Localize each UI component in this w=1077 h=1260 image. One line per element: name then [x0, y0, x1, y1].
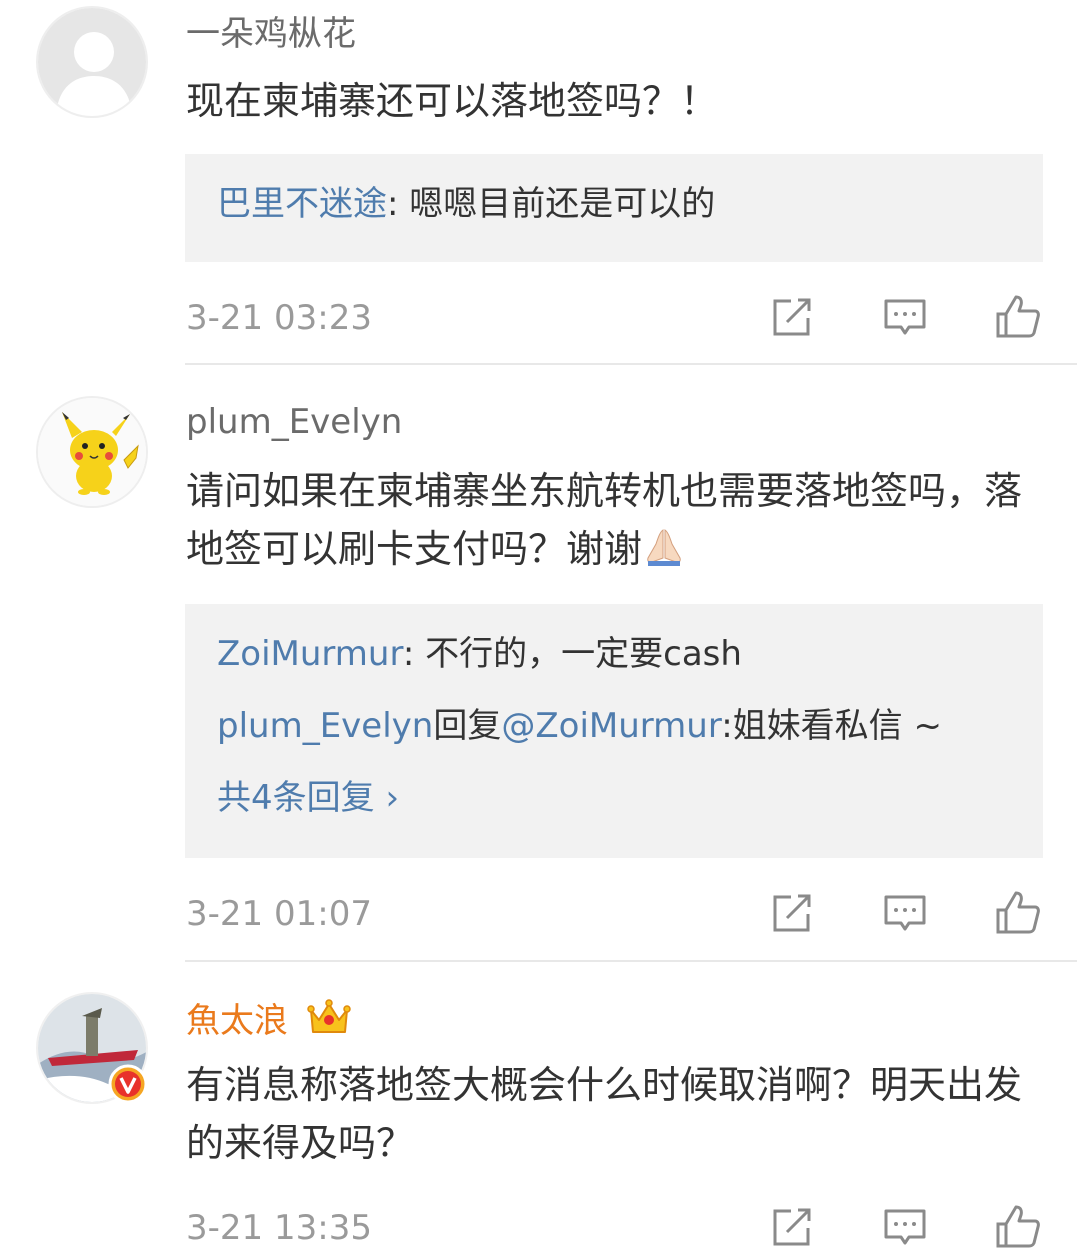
- timestamp: 3-21 01:07: [186, 894, 372, 934]
- reply-separator: :: [402, 634, 426, 674]
- verified-v-badge: [108, 1064, 148, 1104]
- avatar[interactable]: [36, 396, 148, 508]
- comment-button[interactable]: [880, 292, 930, 342]
- share-button[interactable]: [767, 888, 817, 938]
- comment-meta: 3-21 01:07: [186, 888, 1043, 938]
- comment-icon: [884, 1209, 926, 1245]
- default-avatar-icon: [38, 8, 146, 116]
- reply-line: plum_Evelyn回复@ZoiMurmur:姐妹看私信 ~: [217, 690, 1011, 762]
- like-button[interactable]: [993, 1202, 1043, 1252]
- crown-icon: [307, 998, 351, 1047]
- comment-text: 请问如果在柬埔寨坐东航转机也需要落地签吗，落地签可以刷卡支付吗？谢谢: [186, 462, 1046, 584]
- comment-meta: 3-21 03:23: [186, 292, 1043, 342]
- reply-box[interactable]: 巴里不迷途: 嗯嗯目前还是可以的: [185, 154, 1043, 262]
- reply-username[interactable]: plum_Evelyn: [217, 706, 433, 746]
- comment-button[interactable]: [880, 1202, 930, 1252]
- reply-text: 不行的，一定要cash: [425, 634, 742, 674]
- divider: [185, 960, 1077, 962]
- reply-box[interactable]: ZoiMurmur: 不行的，一定要cash plum_Evelyn回复@Zoi…: [185, 604, 1043, 858]
- pray-emoji-icon: [642, 524, 686, 584]
- share-icon: [773, 298, 811, 336]
- reply-line: 巴里不迷途: 嗯嗯目前还是可以的: [217, 168, 1011, 240]
- like-icon: [996, 891, 1040, 934]
- share-button[interactable]: [767, 1202, 817, 1252]
- comment-icon: [884, 895, 926, 931]
- username[interactable]: plum_Evelyn: [186, 402, 402, 442]
- username[interactable]: 一朵鸡枞花: [186, 14, 356, 54]
- comment-meta: 3-21 13:35: [186, 1202, 1043, 1252]
- comment-text: 现在柬埔寨还可以落地签吗？！: [186, 79, 719, 123]
- avatar[interactable]: [36, 6, 148, 118]
- share-button[interactable]: [767, 292, 817, 342]
- more-replies-link[interactable]: 共4条回复 ›: [217, 762, 1011, 834]
- divider: [185, 363, 1077, 365]
- username[interactable]: 魚太浪: [186, 998, 351, 1047]
- reply-verb: 回复: [433, 706, 502, 746]
- like-icon: [996, 295, 1040, 338]
- like-button[interactable]: [993, 292, 1043, 342]
- share-icon: [773, 1208, 811, 1246]
- reply-separator: :: [721, 706, 733, 746]
- comment-button[interactable]: [880, 888, 930, 938]
- timestamp: 3-21 13:35: [186, 1208, 372, 1248]
- reply-username[interactable]: 巴里不迷途: [217, 184, 387, 224]
- pikachu-avatar-icon: [38, 398, 146, 506]
- like-icon: [996, 1205, 1040, 1248]
- reply-separator: :: [387, 184, 410, 224]
- comment-text-content: 请问如果在柬埔寨坐东航转机也需要落地签吗，落地签可以刷卡支付吗？谢谢: [186, 469, 1023, 571]
- reply-mention[interactable]: @ZoiMurmur: [501, 706, 721, 746]
- timestamp: 3-21 03:23: [186, 298, 372, 338]
- reply-text: 嗯嗯目前还是可以的: [409, 184, 716, 224]
- share-icon: [773, 894, 811, 932]
- reply-text: 姐妹看私信 ~: [732, 706, 942, 746]
- comment-text: 有消息称落地签大概会什么时候取消啊？明天出发的来得及吗？: [186, 1063, 1023, 1165]
- reply-username[interactable]: ZoiMurmur: [217, 634, 403, 674]
- comment-icon: [884, 299, 926, 335]
- reply-line: ZoiMurmur: 不行的，一定要cash: [217, 618, 1011, 690]
- username-text: 魚太浪: [186, 1001, 288, 1041]
- like-button[interactable]: [993, 888, 1043, 938]
